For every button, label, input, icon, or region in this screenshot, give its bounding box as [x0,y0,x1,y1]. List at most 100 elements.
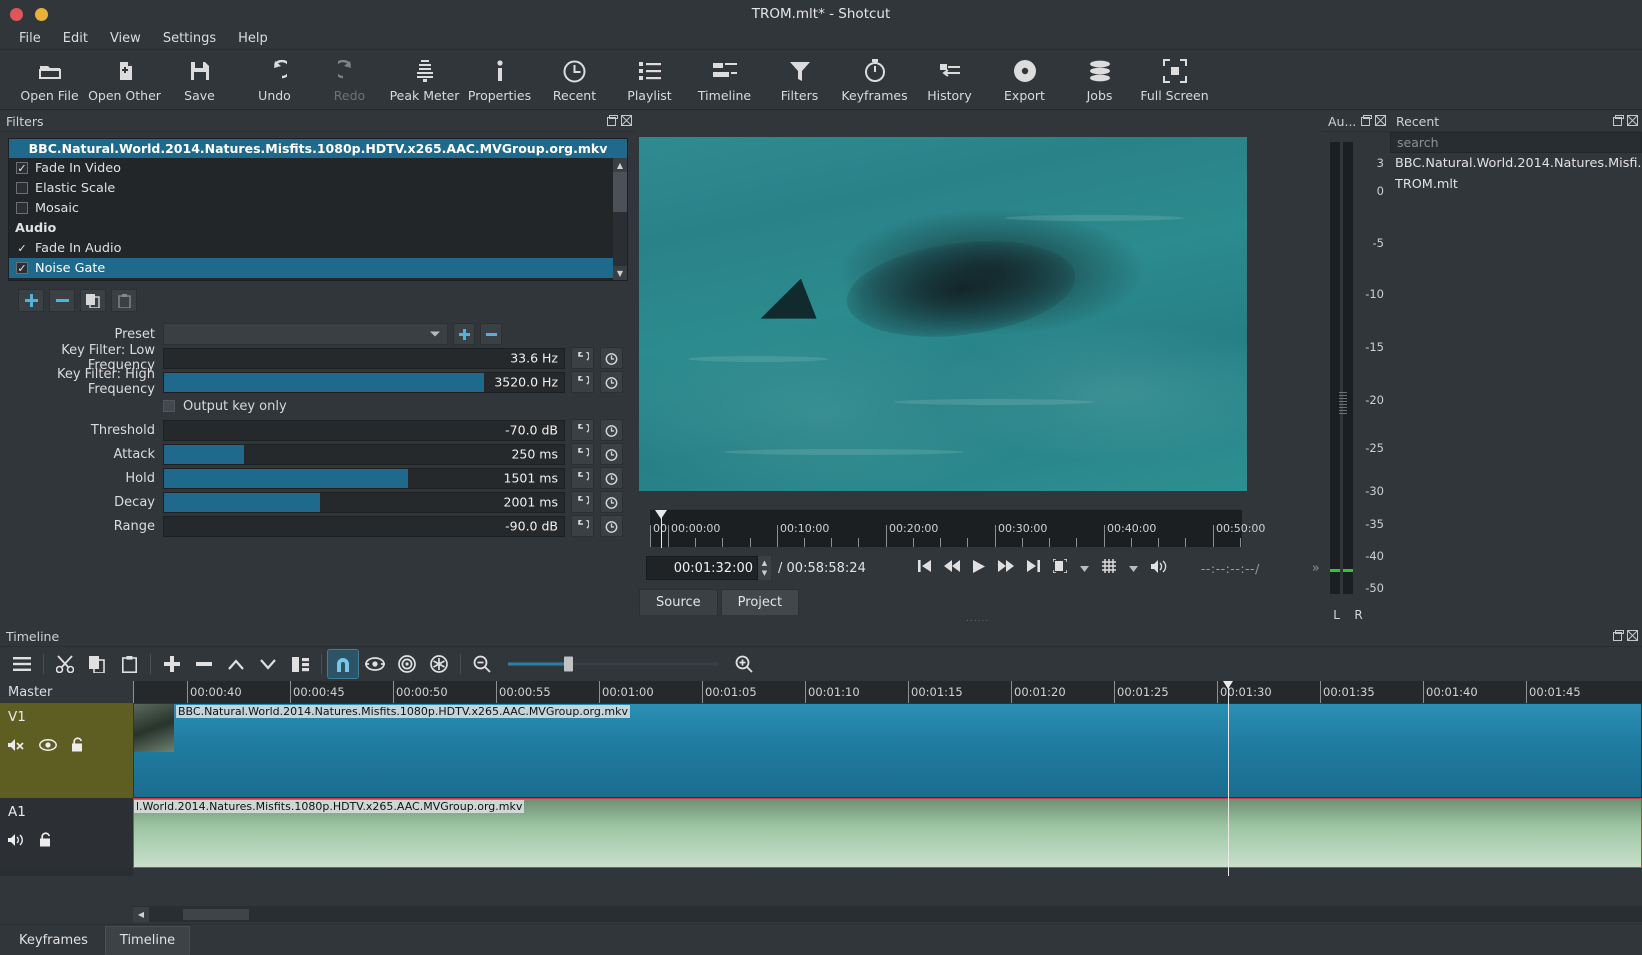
timeline-tracks-area[interactable]: 00:00:40 00:00:45 00:00:50 00:00:55 00:0… [133,681,1642,876]
paste-button[interactable] [113,649,145,679]
toolbar-filters[interactable]: Filters [762,53,837,103]
reset-icon[interactable] [571,467,594,489]
tab-source[interactable]: Source [639,589,718,615]
tab-timeline[interactable]: Timeline [104,926,191,955]
hide-icon[interactable] [39,738,57,755]
add-filter-button[interactable] [18,289,44,312]
toolbar-open-file[interactable]: Open File [12,53,87,103]
keyframe-icon[interactable] [600,371,623,393]
toolbar-open-other[interactable]: Open Other [87,53,162,103]
reset-icon[interactable] [571,443,594,465]
reset-icon[interactable] [571,419,594,441]
recent-list-item[interactable]: BBC.Natural.World.2014.Natures.Misfi... [1390,153,1642,174]
add-preset-button[interactable] [453,323,475,345]
mute-icon[interactable] [8,833,25,851]
rewind-icon[interactable] [943,560,960,576]
close-icon[interactable] [1627,629,1638,644]
menu-edit[interactable]: Edit [52,29,99,48]
track-header-v1[interactable]: V1 [0,703,133,798]
ripple-delete-button[interactable] [188,649,220,679]
output-key-only-checkbox[interactable] [163,400,175,412]
timeline-clip-v1[interactable]: BBC.Natural.World.2014.Natures.Misfits.1… [133,703,1642,798]
position-stepper[interactable]: ▲ ▼ [758,556,771,580]
tab-project[interactable]: Project [720,589,800,615]
copy-filters-button[interactable] [80,289,106,312]
attack-slider[interactable]: 250 ms [163,443,565,465]
timeline-clip-a1[interactable]: l.World.2014.Natures.Misfits.1080p.HDTV.… [133,798,1642,868]
scrollbar-thumb[interactable] [183,908,249,920]
append-button[interactable] [156,649,188,679]
zoom-out-button[interactable] [466,649,498,679]
float-icon[interactable] [1613,629,1624,644]
player-scrub-ruler[interactable]: 00 00:00:00 00:10:00 00:20:00 00:30:00 0… [650,509,1265,548]
close-icon[interactable] [621,114,632,129]
split-button[interactable] [284,649,316,679]
reset-icon[interactable] [571,347,594,369]
filter-checkbox[interactable] [16,202,28,214]
keyframe-icon[interactable] [600,491,623,513]
play-icon[interactable] [972,559,985,577]
ripple-button[interactable] [391,649,423,679]
timeline-playhead[interactable] [1223,681,1233,876]
tab-keyframes[interactable]: Keyframes [4,926,103,955]
ripple-all-tracks-button[interactable] [423,649,455,679]
stepper-down-icon[interactable]: ▼ [762,569,767,577]
filter-item-mosaic[interactable]: Mosaic [9,198,627,218]
current-position-field[interactable]: 00:01:32:00 [646,556,758,580]
reset-icon[interactable] [571,515,594,537]
key-filter-low-frequency-slider[interactable]: 33.6 Hz [163,347,565,369]
volume-icon[interactable] [1150,559,1167,577]
timeline-zoom-slider[interactable] [508,655,718,673]
filter-checkbox[interactable]: ✓ [16,162,28,174]
timeline-playhead-handle[interactable] [1223,681,1233,689]
toolbar-redo[interactable]: Redo [312,53,387,103]
toolbar-undo[interactable]: Undo [237,53,312,103]
reset-icon[interactable] [571,491,594,513]
timeline-menu-button[interactable] [6,649,38,679]
skip-end-icon[interactable] [1026,560,1040,576]
remove-preset-button[interactable] [480,323,502,345]
float-icon[interactable] [1613,114,1624,129]
copy-button[interactable] [81,649,113,679]
chevron-down-icon[interactable] [1128,561,1138,576]
toolbar-keyframes[interactable]: Keyframes [837,53,912,103]
filter-checkbox[interactable]: ✓ [16,262,28,274]
zoom-slider-thumb[interactable] [564,656,573,672]
skip-start-icon[interactable] [917,560,931,576]
float-icon[interactable] [1361,114,1372,129]
close-icon[interactable] [1627,114,1638,129]
filter-item-noise-gate[interactable]: ✓ Noise Gate [9,258,627,278]
minimize-window-button[interactable] [35,7,48,21]
fast-forward-icon[interactable] [997,560,1014,576]
lock-icon[interactable] [71,737,85,756]
range-slider[interactable]: -90.0 dB [163,515,565,537]
menu-view[interactable]: View [99,29,152,48]
lift-button[interactable] [220,649,252,679]
grid-icon[interactable] [1101,559,1116,577]
filter-item-elastic-scale[interactable]: Elastic Scale [9,178,627,198]
track-header-a1[interactable]: A1 [0,798,133,868]
toolbar-playlist[interactable]: Playlist [612,53,687,103]
mute-icon[interactable] [8,738,25,756]
zoom-fit-icon[interactable] [1052,558,1068,577]
cut-button[interactable] [49,649,81,679]
chevron-down-icon[interactable] [1079,561,1089,576]
timeline-ruler[interactable]: 00:00:40 00:00:45 00:00:50 00:00:55 00:0… [133,681,1642,703]
close-icon[interactable] [1375,114,1386,129]
filter-checkbox[interactable] [16,182,28,194]
threshold-slider[interactable]: -70.0 dB [163,419,565,441]
filter-list[interactable]: BBC.Natural.World.2014.Natures.Misfits.1… [8,138,628,281]
scrollbar-thumb[interactable] [613,172,627,212]
preset-select[interactable] [163,323,448,345]
toolbar-properties[interactable]: Properties [462,53,537,103]
stepper-up-icon[interactable]: ▲ [762,559,767,567]
track-header-master[interactable]: Master [0,681,133,703]
timeline-horizontal-scrollbar[interactable]: ◀ [133,906,1642,922]
scrub-while-dragging-button[interactable] [359,649,391,679]
player-resize-dots[interactable]: ...... [966,614,989,624]
hold-slider[interactable]: 1501 ms [163,467,565,489]
close-window-button[interactable] [10,7,23,21]
keyframe-icon[interactable] [600,515,623,537]
toolbar-full-screen[interactable]: Full Screen [1137,53,1212,103]
toolbar-recent[interactable]: Recent [537,53,612,103]
